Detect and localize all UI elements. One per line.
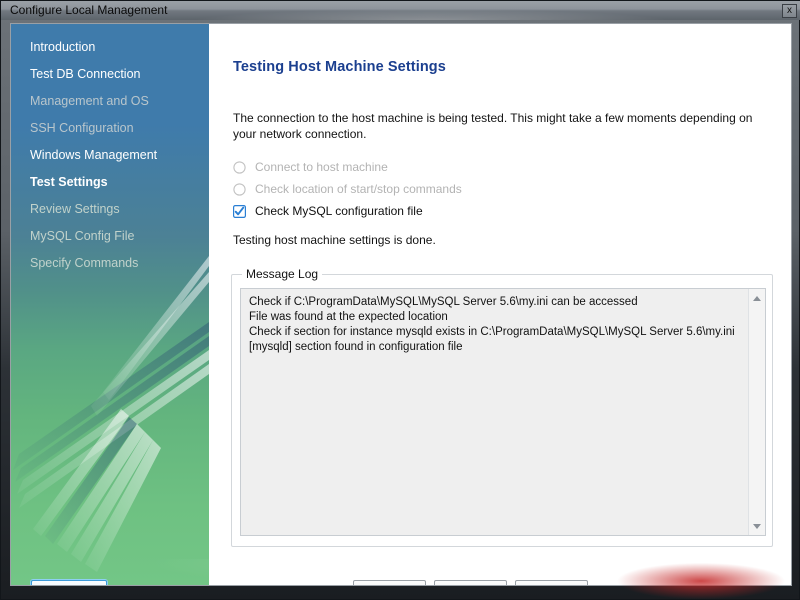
cancel-button[interactable]: Cancel [515,580,588,585]
sidebar-item-test-db-connection[interactable]: Test DB Connection [11,61,209,88]
sidebar-item-ssh-configuration: SSH Configuration [30,121,134,135]
sidebar-item-introduction[interactable]: Introduction [11,34,209,61]
window-title: Configure Local Management [10,3,168,17]
message-log-group: Message Log Check if C:\ProgramData\MySQ… [231,267,773,547]
content-pane: Testing Host Machine Settings The connec… [209,24,791,585]
task-check-mysql-configuration-file: Check MySQL configuration file [233,200,653,222]
message-log-scrollbar[interactable] [748,289,765,535]
scroll-up-icon[interactable] [749,290,765,306]
sidebar-item-specify-commands: Specify Commands [30,256,139,270]
title-bar: Configure Local Management x [1,1,800,20]
wizard-sidebar: Introduction Test DB Connection Manageme… [11,24,209,585]
circle-empty-icon [233,182,246,196]
task-checklist: Connect to host machine Check location o… [233,156,653,222]
hide-logs-button[interactable]: Hide Logs [31,580,107,585]
checkbox-checked-icon [233,204,246,218]
message-log-panel[interactable]: Check if C:\ProgramData\MySQL\MySQL Serv… [240,288,766,536]
circle-empty-icon [233,160,246,174]
scroll-down-icon[interactable] [749,518,765,534]
next-button[interactable]: Next [434,580,507,585]
status-text: Testing host machine settings is done. [233,233,436,247]
task-label: Connect to host machine [255,160,388,174]
dialog-client-area: Introduction Test DB Connection Manageme… [10,23,792,586]
close-icon[interactable]: x [782,4,797,18]
application-window: Configure Local Management x Introductio… [0,0,800,600]
sidebar-item-windows-management[interactable]: Windows Management [11,142,209,169]
sidebar-item-mysql-config-file: MySQL Config File [30,229,135,243]
intro-text: The connection to the host machine is be… [233,111,753,141]
sidebar-item-review-settings: Review Settings [30,202,120,216]
message-log-legend: Message Log [242,267,323,281]
task-connect-to-host-machine: Connect to host machine [233,156,653,178]
sidebar-item-management-and-os: Management and OS [30,94,149,108]
task-label: Check location of start/stop commands [255,182,462,196]
sidebar-item-test-settings[interactable]: Test Settings [11,169,209,196]
wizard-step-list: Introduction Test DB Connection Manageme… [11,24,209,277]
back-button[interactable]: Back [353,580,426,585]
task-check-start-stop-commands: Check location of start/stop commands [233,178,653,200]
message-log-text: Check if C:\ProgramData\MySQL\MySQL Serv… [249,296,735,353]
task-label: Check MySQL configuration file [255,204,423,218]
page-title: Testing Host Machine Settings [233,59,446,75]
